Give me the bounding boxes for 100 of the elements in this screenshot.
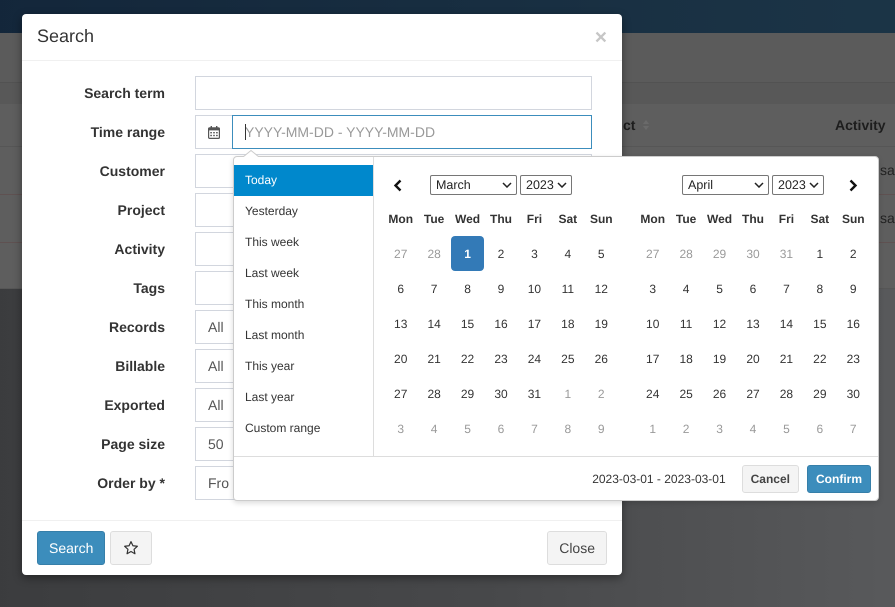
calendar-day[interactable]: 27: [384, 376, 418, 411]
calendar-day[interactable]: 29: [803, 376, 837, 411]
calendar-day[interactable]: 21: [417, 341, 451, 376]
month-select[interactable]: April: [682, 175, 769, 195]
range-option[interactable]: Today: [234, 165, 373, 196]
calendar-day[interactable]: 29: [450, 376, 484, 411]
calendar-day[interactable]: 6: [736, 271, 770, 306]
chevron-down-icon: [502, 182, 512, 188]
weekday-label: Sun: [588, 210, 614, 228]
calendar-day[interactable]: 10: [518, 271, 552, 306]
weekday-label: Tue: [422, 210, 446, 228]
range-option[interactable]: Yesterday: [234, 196, 373, 227]
search-button[interactable]: Search: [37, 531, 106, 565]
weekday-label: Fri: [526, 210, 544, 228]
range-option[interactable]: This year: [234, 351, 373, 382]
year-select[interactable]: 2023: [772, 175, 824, 195]
range-option[interactable]: This week: [234, 227, 373, 258]
range-option[interactable]: Custom range: [234, 413, 373, 444]
calendar-day[interactable]: 4: [551, 236, 585, 271]
calendar-day[interactable]: 12: [584, 271, 618, 306]
field-label: Records: [108, 318, 165, 336]
calendar-day[interactable]: 17: [518, 306, 552, 341]
calendar-day[interactable]: 1: [450, 236, 484, 271]
range-option[interactable]: Last week: [234, 258, 373, 289]
calendar-day[interactable]: 15: [803, 306, 837, 341]
calendar-day[interactable]: 1: [803, 236, 837, 271]
calendar-day[interactable]: 23: [836, 341, 870, 376]
calendar-day[interactable]: 9: [836, 271, 870, 306]
calendar-day[interactable]: 9: [484, 271, 518, 306]
calendar-day[interactable]: 18: [669, 341, 703, 376]
calendar-day[interactable]: 10: [636, 306, 670, 341]
calendar-day[interactable]: 6: [384, 271, 418, 306]
calendar-day[interactable]: 16: [836, 306, 870, 341]
calendar-day[interactable]: 2: [836, 236, 870, 271]
calendar-day[interactable]: 7: [417, 271, 451, 306]
calendar-day[interactable]: 2: [484, 236, 518, 271]
calendar-day[interactable]: 14: [417, 306, 451, 341]
field-label: Exported: [103, 396, 165, 415]
calendar-day[interactable]: 21: [770, 341, 804, 376]
calendar-day[interactable]: 8: [450, 271, 484, 306]
weekday-label: Thu: [488, 210, 513, 228]
calendar-day[interactable]: 26: [702, 376, 736, 411]
calendar-day[interactable]: 5: [702, 271, 736, 306]
month-select[interactable]: March: [430, 175, 517, 195]
field-label: Project: [116, 200, 165, 220]
calendar-day[interactable]: 28: [770, 376, 804, 411]
calendar-day[interactable]: 11: [551, 271, 585, 306]
chevron-left-icon[interactable]: [393, 178, 402, 192]
calendar-day[interactable]: 16: [484, 306, 518, 341]
calendar-day[interactable]: 24: [636, 376, 670, 411]
text-input[interactable]: [195, 76, 592, 110]
cancel-button[interactable]: Cancel: [742, 464, 799, 492]
calendar-day[interactable]: 11: [669, 306, 703, 341]
calendar-day[interactable]: 5: [584, 236, 618, 271]
calendar-day[interactable]: 30: [836, 376, 870, 411]
calendar-day[interactable]: 3: [636, 271, 670, 306]
calendar-day[interactable]: 4: [669, 271, 703, 306]
date-range-input[interactable]: YYYY-MM-DD - YYYY-MM-DD: [232, 115, 592, 149]
field-label: Customer: [98, 162, 165, 180]
calendar-day[interactable]: 19: [702, 341, 736, 376]
weekday-label: Sat: [558, 210, 578, 228]
text-cursor-icon: [245, 124, 246, 140]
close-button[interactable]: Close: [547, 531, 607, 565]
calendar-day[interactable]: 19: [584, 306, 618, 341]
dialog-title: Search: [37, 26, 94, 48]
calendar-day[interactable]: 13: [736, 306, 770, 341]
favorite-button[interactable]: [110, 531, 152, 565]
calendar-day[interactable]: 13: [384, 306, 418, 341]
range-option[interactable]: Last month: [234, 320, 373, 351]
range-option[interactable]: This month: [234, 289, 373, 320]
calendar-day[interactable]: 23: [484, 341, 518, 376]
calendar-day[interactable]: 18: [551, 306, 585, 341]
calendar-day[interactable]: 15: [450, 306, 484, 341]
field-label: Order by *: [96, 474, 165, 493]
calendar-day[interactable]: 22: [803, 341, 837, 376]
field-label: Search term: [83, 84, 165, 102]
calendar-day[interactable]: 30: [484, 376, 518, 411]
calendar-day[interactable]: 3: [518, 236, 552, 271]
calendar-day[interactable]: 25: [669, 376, 703, 411]
table-cell-text: sa: [880, 209, 895, 228]
calendar-day[interactable]: 31: [518, 376, 552, 411]
calendar-day[interactable]: 8: [803, 271, 837, 306]
calendar-day[interactable]: 7: [770, 271, 804, 306]
range-option[interactable]: Last year: [234, 382, 373, 413]
calendar-day[interactable]: 12: [702, 306, 736, 341]
calendar-day[interactable]: 20: [384, 341, 418, 376]
calendar-day[interactable]: 28: [417, 376, 451, 411]
calendar-day[interactable]: 24: [518, 341, 552, 376]
chevron-right-icon[interactable]: [849, 178, 858, 192]
confirm-button[interactable]: Confirm: [807, 464, 871, 492]
weekday-label: Wed: [706, 210, 734, 228]
calendar-icon: [208, 126, 220, 138]
calendar-day[interactable]: 27: [736, 376, 770, 411]
calendar-day[interactable]: 26: [584, 341, 618, 376]
year-select[interactable]: 2023: [520, 175, 572, 195]
calendar-day[interactable]: 17: [636, 341, 670, 376]
calendar-day[interactable]: 14: [770, 306, 804, 341]
calendar-day[interactable]: 25: [551, 341, 585, 376]
calendar-day[interactable]: 22: [450, 341, 484, 376]
calendar-day[interactable]: 20: [736, 341, 770, 376]
